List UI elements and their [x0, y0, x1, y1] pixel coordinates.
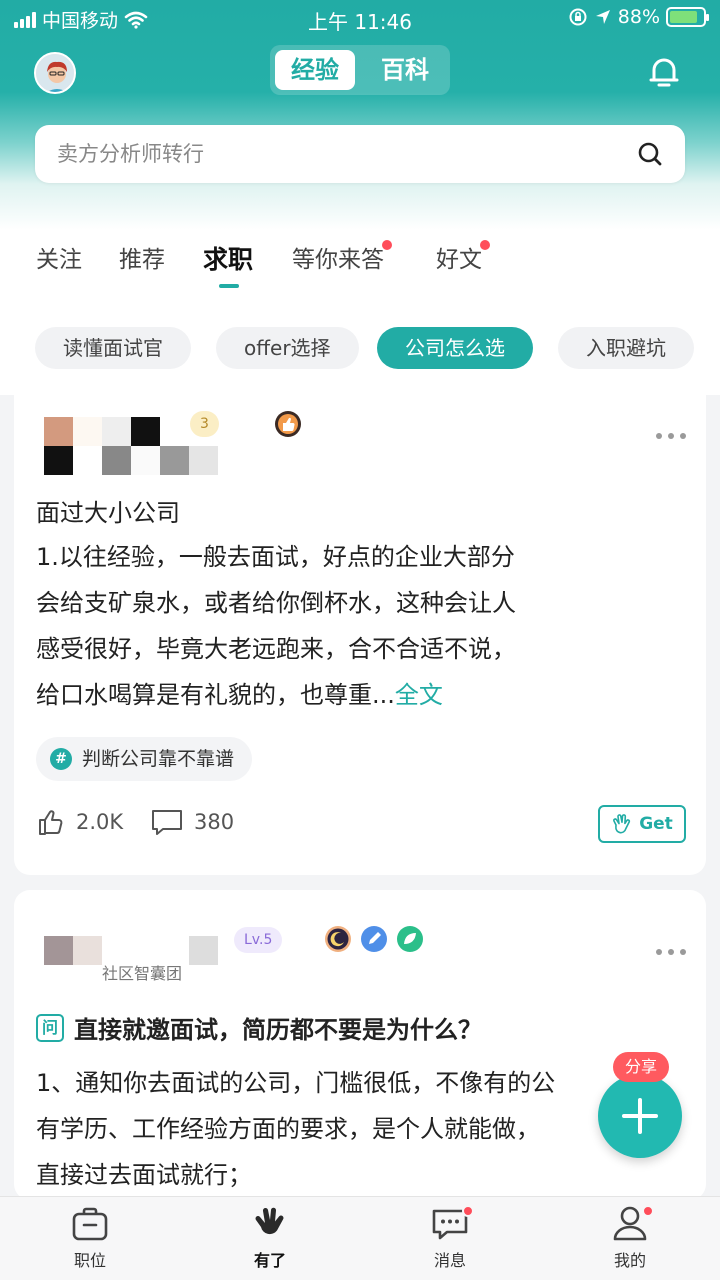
excerpt-line: 1.以往经验，一般去面试，好点的企业大部分: [36, 543, 515, 571]
hashtag-icon: #: [50, 748, 72, 770]
excerpt-line: 直接过去面试就行；: [36, 1161, 252, 1189]
hand-gesture-icon: [613, 814, 631, 834]
pencil-badge-icon: [361, 926, 387, 952]
status-bar: 中国移动 上午 11:46 88%: [0, 0, 720, 36]
chip-onboarding-pitfalls[interactable]: 入职避坑: [558, 327, 694, 369]
author-subtitle: 社区智囊团: [102, 964, 183, 983]
read-full-link[interactable]: 全文: [395, 681, 443, 709]
content-mode-switch: 经验 百科: [270, 45, 450, 95]
segment-encyclopedia[interactable]: 百科: [365, 50, 445, 90]
battery-icon: [666, 7, 709, 27]
question-tag-icon: 问: [36, 1013, 64, 1042]
chip-understand-interviewer[interactable]: 读懂面试官: [35, 327, 191, 369]
topic-tag[interactable]: # 判断公司靠不靠谱: [36, 737, 253, 781]
level-badge: Lv.5: [234, 927, 283, 953]
question-text: 直接就邀面试，简历都不要是为什么？: [74, 1016, 482, 1044]
create-post-button[interactable]: [598, 1074, 682, 1158]
post-excerpt: 1、通知你去面试的公司，门槛很低，不像有的公 有学历、工作经验方面的要求，是个人…: [36, 1060, 636, 1198]
battery-percent: 88%: [617, 6, 660, 28]
comment-button[interactable]: 380: [150, 807, 234, 837]
unread-dot: [462, 1205, 474, 1217]
post-title: 面过大小公司: [36, 499, 180, 527]
active-tab-indicator: [219, 284, 239, 288]
more-options-icon[interactable]: [656, 949, 686, 957]
briefcase-icon: [72, 1207, 108, 1241]
search-input[interactable]: [57, 125, 617, 183]
nav-label: 有了: [253, 1251, 286, 1270]
nav-jobs[interactable]: 职位: [30, 1205, 150, 1271]
moon-badge-icon: [325, 926, 351, 952]
question-title: 问 直接就邀面试，简历都不要是为什么？: [36, 1010, 482, 1045]
excerpt-line: 有学历、工作经验方面的要求，是个人就能做，: [36, 1115, 540, 1143]
tab-waiting-answers[interactable]: 等你来答: [292, 240, 392, 274]
nav-messages[interactable]: 消息: [390, 1205, 510, 1271]
notification-bell-icon[interactable]: [644, 52, 684, 92]
filter-chips: 读懂面试官 offer选择 公司怎么选 入职避坑: [0, 327, 720, 369]
excerpt-line: 给口水喝算是有礼貌的，也尊重...: [36, 681, 395, 709]
more-options-icon[interactable]: [656, 433, 686, 441]
like-button[interactable]: 2.0K: [36, 807, 123, 837]
unread-dot: [642, 1205, 654, 1217]
level-badge: 3: [190, 411, 219, 437]
new-dot: [480, 240, 490, 250]
leaf-badge-icon: [397, 926, 423, 952]
nav-profile[interactable]: 我的: [570, 1205, 690, 1271]
get-button[interactable]: Get: [598, 805, 686, 843]
nav-label: 消息: [433, 1251, 466, 1270]
rotation-lock-icon: [569, 8, 587, 26]
thumb-badge-icon: [275, 411, 301, 437]
excerpt-line: 感受很好，毕竟大老远跑来，合不合适不说，: [36, 635, 516, 663]
comment-count: 380: [194, 810, 235, 834]
nav-label: 职位: [73, 1251, 106, 1270]
chip-offer-choice[interactable]: offer选择: [216, 327, 359, 369]
hand-icon: [255, 1207, 284, 1235]
topic-label: 判断公司靠不靠谱: [82, 748, 235, 770]
user-avatar[interactable]: [34, 52, 76, 94]
tab-follow[interactable]: 关注: [36, 240, 82, 274]
nav-youle[interactable]: 有了: [210, 1205, 330, 1271]
new-dot: [382, 240, 392, 250]
location-icon: [595, 10, 610, 24]
chip-company-choice[interactable]: 公司怎么选: [377, 327, 533, 369]
search-icon[interactable]: [637, 141, 663, 167]
bottom-navigation: 职位 有了 消息 我的: [0, 1196, 720, 1280]
post-card[interactable]: Lv.5 社区智囊团 问 直接就邀面试，简历都不要是为什么？ 1、通知你去面试的…: [14, 890, 706, 1200]
excerpt-line: 会给支矿泉水，或者给你倒杯水，这种会让人: [36, 589, 516, 617]
post-card[interactable]: 3 面过大小公司 1.以往经验，一般去面试，好点的企业大部分 会给支矿泉水，或者…: [14, 395, 706, 875]
tab-good-articles[interactable]: 好文: [436, 240, 490, 274]
excerpt-line: 1、通知你去面试的公司，门槛很低，不像有的公: [36, 1069, 556, 1097]
segment-experience[interactable]: 经验: [275, 50, 355, 90]
like-count: 2.0K: [76, 810, 124, 834]
tab-recommend[interactable]: 推荐: [119, 240, 165, 274]
post-excerpt: 1.以往经验，一般去面试，好点的企业大部分 会给支矿泉水，或者给你倒杯水，这种会…: [36, 534, 686, 718]
thumbs-up-icon: [39, 810, 63, 835]
nav-label: 我的: [613, 1251, 646, 1270]
search-bar[interactable]: [35, 125, 685, 183]
tab-job-seeking[interactable]: 求职: [203, 240, 253, 276]
share-badge[interactable]: 分享: [613, 1052, 670, 1082]
get-label: Get: [639, 814, 673, 834]
comment-icon: [152, 810, 182, 835]
